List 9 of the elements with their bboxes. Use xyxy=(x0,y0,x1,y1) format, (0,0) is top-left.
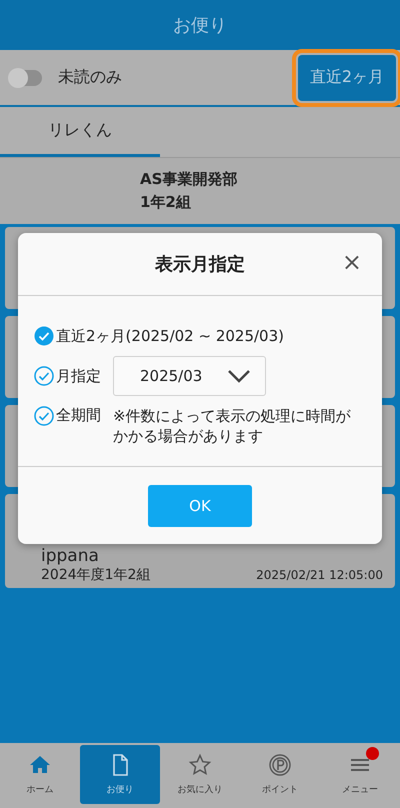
class-label: 2024年度1年2組 xyxy=(41,566,150,584)
toggle-label: 未読のみ xyxy=(58,67,123,88)
dialog-title: 表示月指定 xyxy=(155,253,245,276)
note-text: ※件数によって表示の処理に時間がかかる場合があります xyxy=(113,406,352,446)
date-label: 2025/02/21 12:05:00 xyxy=(256,568,383,582)
class-name: 1年2組 xyxy=(140,193,192,212)
message-title: ippana xyxy=(41,547,100,565)
organization-name: AS事業開発部 xyxy=(140,170,238,189)
screen-title: お便り xyxy=(173,14,227,37)
